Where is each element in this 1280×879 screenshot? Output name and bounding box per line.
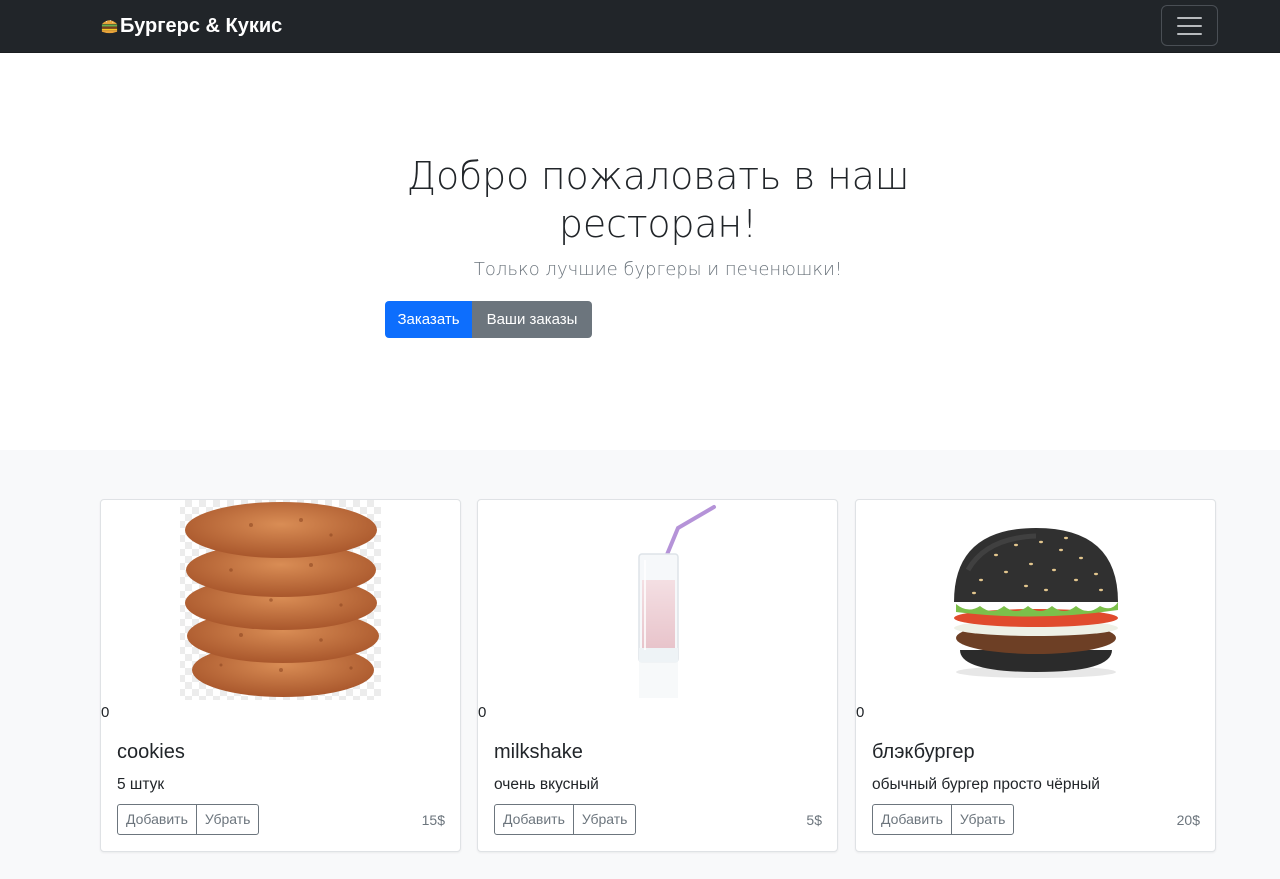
- remove-button[interactable]: Убрать: [950, 804, 1015, 835]
- products-section: 0 cookies 5 штук Добавить Убрать 15$ 0 m…: [0, 450, 1280, 879]
- hero-button-group: Заказать Ваши заказы: [385, 301, 592, 338]
- milkshake-glass-image: [638, 505, 716, 698]
- remove-button[interactable]: Убрать: [195, 804, 260, 835]
- product-card-milkshake: 0 milkshake очень вкусный Добавить Убрат…: [477, 499, 838, 852]
- remove-button[interactable]: Убрать: [572, 804, 637, 835]
- burger-icon: [101, 20, 118, 34]
- product-price: 20$: [1176, 812, 1200, 828]
- navbar-toggler-button[interactable]: [1161, 5, 1218, 46]
- add-button[interactable]: Добавить: [117, 804, 197, 835]
- black-burger-image: [954, 528, 1118, 678]
- product-description: очень вкусный: [494, 776, 599, 793]
- product-count: 0: [478, 704, 487, 721]
- product-count: 0: [856, 704, 865, 721]
- add-button[interactable]: Добавить: [494, 804, 574, 835]
- product-count: 0: [101, 704, 110, 721]
- brand-label: Бургерс & Кукис: [120, 15, 283, 37]
- product-card-blackburger: 0 блэкбургер обычный бургер просто чёрны…: [855, 499, 1216, 852]
- navbar: Бургерс & Кукис: [0, 0, 1280, 53]
- your-orders-button[interactable]: Ваши заказы: [472, 301, 592, 338]
- product-title: cookies: [117, 741, 185, 763]
- product-button-group: Добавить Убрать: [117, 804, 260, 835]
- hero-title: Добро пожаловать в наш ресторан!: [406, 154, 910, 246]
- product-title: milkshake: [494, 741, 583, 763]
- brand-link[interactable]: Бургерс & Кукис: [100, 13, 282, 39]
- hamburger-menu-icon: [1177, 17, 1202, 19]
- product-description: обычный бургер просто чёрный: [872, 776, 1100, 793]
- add-button[interactable]: Добавить: [872, 804, 952, 835]
- product-price: 5$: [806, 812, 822, 828]
- hero-section: Добро пожаловать в наш ресторан! Только …: [0, 54, 1280, 450]
- product-price: 15$: [421, 812, 445, 828]
- hero-lead: Только лучшие бургеры и печенюшки!: [473, 259, 843, 280]
- product-description: 5 штук: [117, 776, 165, 793]
- product-button-group: Добавить Убрать: [872, 804, 1015, 835]
- product-button-group: Добавить Убрать: [494, 804, 637, 835]
- product-card-cookies: 0 cookies 5 штук Добавить Убрать 15$: [100, 499, 461, 852]
- cookies-stack-image: [180, 500, 381, 700]
- order-button[interactable]: Заказать: [385, 301, 472, 338]
- product-title: блэкбургер: [872, 741, 975, 763]
